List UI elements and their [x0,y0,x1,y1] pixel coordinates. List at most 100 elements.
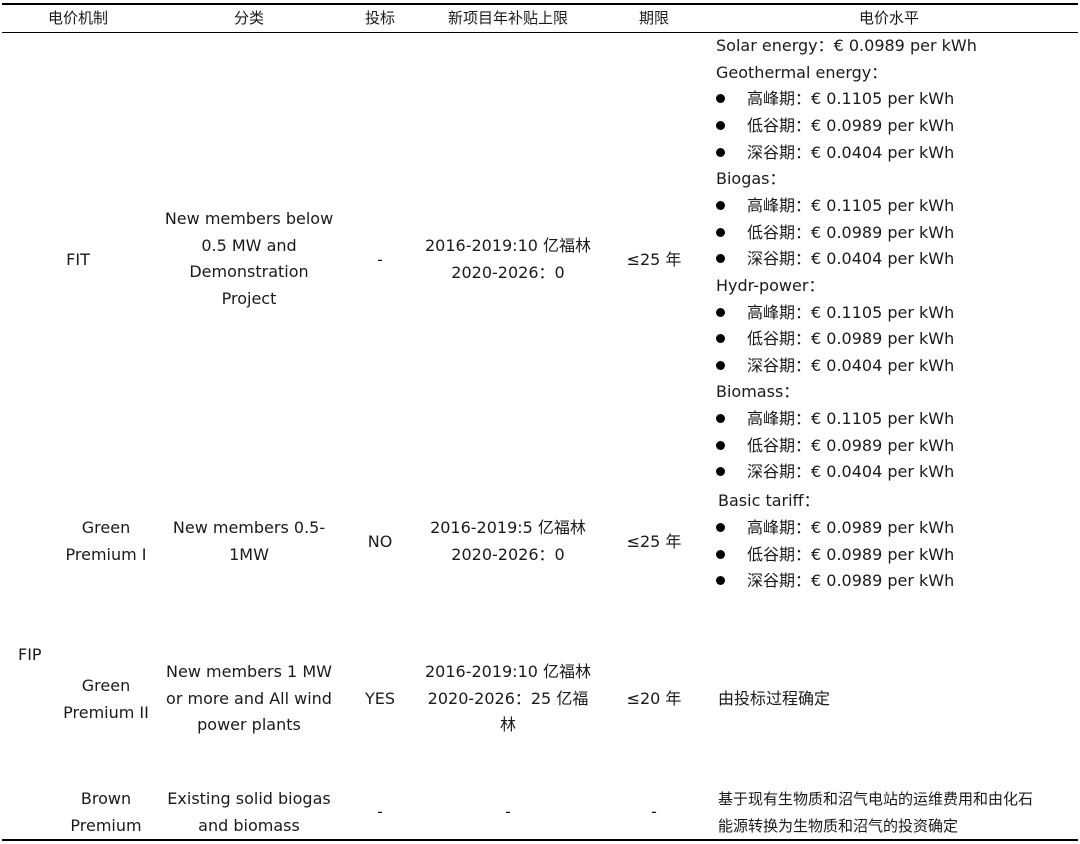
price-text: 低谷期：€ 0.0989 per kWh [747,436,955,455]
gp2-category-line: power plants [197,715,301,735]
geothermal-item: 低谷期：€ 0.0989 per kWh [716,113,954,140]
brown-subsidy: - [505,802,511,821]
biomass-item: 低谷期：€ 0.0989 per kWh [716,433,954,460]
price-text: 深谷期：€ 0.0404 per kWh [747,249,955,268]
hydropower-item: 低谷期：€ 0.0989 per kWh [716,326,954,353]
hydropower-title: Hydr-power： [716,276,825,295]
header-mechanism: 电价机制 [47,9,109,27]
price-text: 高峰期：€ 0.1105 per kWh [747,196,955,215]
bullet-icon [716,308,725,317]
brown-category-line: and biomass [198,815,300,835]
biogas-item: 深谷期：€ 0.0404 per kWh [716,246,954,273]
bullet-icon [716,467,725,476]
price-text: 高峰期：€ 0.1105 per kWh [747,409,955,428]
fit-subsidy: 2016-2019:10 亿福林 2020-2026：0 [410,233,606,286]
brown-term: - [651,802,657,821]
fit-subsidy-line: 2020-2026：0 [451,262,565,282]
bullet-icon [716,361,725,370]
gp2-price: 由投标过程确定 [718,689,831,708]
bullet-icon [716,523,725,532]
fit-category-line: New members below [164,209,334,228]
header-term: 期限 [638,9,670,27]
fit-category-line: Project [221,288,277,308]
gp2-term: ≤20 年 [626,689,682,708]
price-text: 低谷期：€ 0.0989 per kWh [747,545,955,564]
hydropower-item: 深谷期：€ 0.0404 per kWh [716,353,954,380]
geothermal-item: 深谷期：€ 0.0404 per kWh [716,140,954,167]
biomass-title: Biomass： [716,382,800,401]
price-text: 深谷期：€ 0.0404 per kWh [747,356,955,375]
gp2-subsidy-line: 林 [499,715,516,735]
gp1-subsidy-line: 2020-2026：0 [451,544,565,564]
fit-subsidy-line: 2016-2019:10 亿福林 [424,236,592,255]
geothermal-item: 高峰期：€ 0.1105 per kWh [716,86,954,113]
gp1-category-line: New members 0.5- [172,518,326,537]
header-bidding: 投标 [364,9,396,27]
bullet-icon [716,228,725,237]
price-text: 深谷期：€ 0.0404 per kWh [747,462,955,481]
bullet-icon [716,148,725,157]
bullet-icon [716,254,725,263]
bullet-icon [716,121,725,130]
hydropower-item: 高峰期：€ 0.1105 per kWh [716,300,954,327]
gp2-category-line: or more and All wind [166,688,332,708]
gp2-category: New members 1 MW or more and All wind po… [150,659,348,739]
fit-category: New members below 0.5 MW and Demonstrati… [150,206,348,312]
gp2-subsidy-line: 2020-2026：25 亿福 [427,688,589,708]
gp1-category-line: 1MW [229,544,269,564]
basic-tariff-item: 低谷期：€ 0.0989 per kWh [716,542,954,569]
price-text: 深谷期：€ 0.0404 per kWh [747,143,955,162]
tariff-table-page: { "header": { "mechanism": "电价机制", "cate… [0,0,1080,844]
gp1-category: New members 0.5- 1MW [150,515,348,568]
brown-price-line: 能源转换为生物质和沼气的投资确定 [718,816,959,835]
fit-mechanism: FIT [66,250,90,269]
gp2-subsidy: 2016-2019:10 亿福林 2020-2026：25 亿福 林 [410,659,606,739]
gp1-term: ≤25 年 [626,532,682,551]
basic-tariff-title: Basic tariff： [718,491,820,510]
bullet-icon [716,94,725,103]
gp1-subsidy-line: 2016-2019:5 亿福林 [430,518,586,537]
biomass-item: 深谷期：€ 0.0404 per kWh [716,459,954,486]
price-text: 高峰期：€ 0.1105 per kWh [747,303,955,322]
bullet-icon [716,414,725,423]
biogas-item: 高峰期：€ 0.1105 per kWh [716,193,954,220]
fip-group-label: FIP [18,645,42,664]
header-subsidy-cap: 新项目年补贴上限 [447,9,569,27]
bullet-icon [716,334,725,343]
price-text: 低谷期：€ 0.0989 per kWh [747,116,955,135]
fit-term: ≤25 年 [626,250,682,269]
bullet-icon [716,201,725,210]
biogas-item: 低谷期：€ 0.0989 per kWh [716,220,954,247]
basic-tariff-item: 深谷期：€ 0.0989 per kWh [716,568,954,595]
fit-category-line: Demonstration [189,262,309,282]
solar-price: Solar energy：€ 0.0989 per kWh [716,36,977,55]
bullet-icon [716,441,725,450]
price-text: 低谷期：€ 0.0989 per kWh [747,223,955,242]
bullet-icon [716,576,725,585]
gp2-subsidy-line: 2016-2019:10 亿福林 [424,662,592,681]
bullet-icon [716,550,725,559]
brown-bidding: - [377,802,383,821]
header-category: 分类 [233,9,265,27]
gp2-bidding: YES [364,689,396,708]
geothermal-title: Geothermal energy： [716,63,888,82]
biomass-item: 高峰期：€ 0.1105 per kWh [716,406,954,433]
top-rule [2,3,1078,5]
brown-price: 基于现有生物质和沼气电站的运维费用和由化石 能源转换为生物质和沼气的投资确定 [718,786,1033,839]
price-text: 高峰期：€ 0.1105 per kWh [747,89,955,108]
gp1-bidding: NO [367,532,393,551]
fit-category-line: 0.5 MW and [201,235,297,255]
price-text: 低谷期：€ 0.0989 per kWh [747,329,955,348]
fit-bidding: - [377,250,383,269]
basic-tariff-item: 高峰期：€ 0.0989 per kWh [716,515,954,542]
gp2-category-line: New members 1 MW [166,662,332,681]
header-price-level: 电价水平 [858,9,920,27]
biogas-title: Biogas： [716,169,786,188]
gp1-subsidy: 2016-2019:5 亿福林 2020-2026：0 [410,515,606,568]
price-text: 高峰期：€ 0.0989 per kWh [747,518,955,537]
bottom-rule [2,839,1078,841]
brown-category: Existing solid biogas and biomass [150,786,348,839]
price-text: 深谷期：€ 0.0989 per kWh [747,571,955,590]
brown-price-line: 基于现有生物质和沼气电站的运维费用和由化石 [718,790,1034,808]
brown-category-line: Existing solid biogas [167,789,331,808]
